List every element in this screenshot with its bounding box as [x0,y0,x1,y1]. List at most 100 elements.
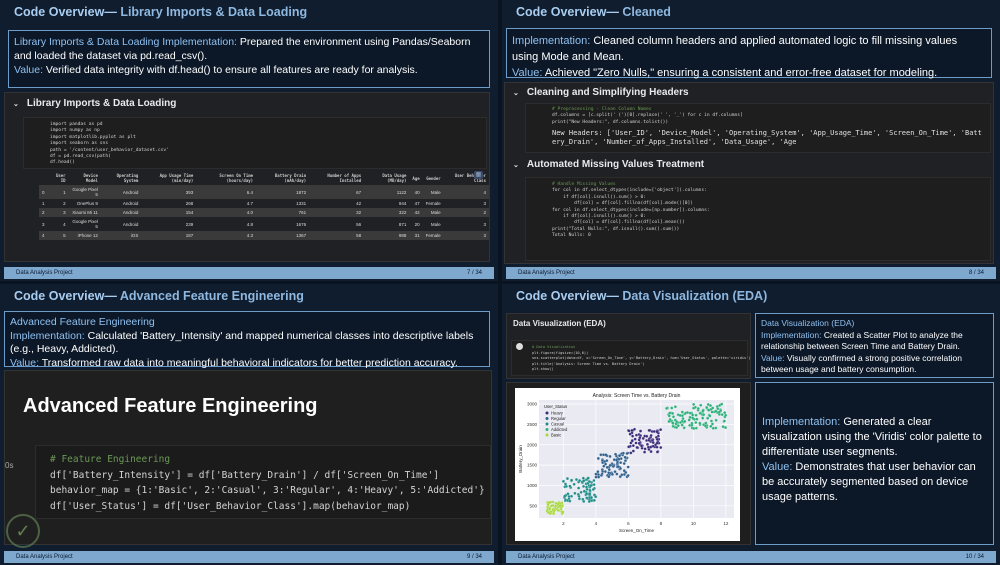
table-cell: 3 [483,221,486,227]
table-cell: Male [430,221,441,227]
data-point-addicted [722,419,726,423]
data-point-heavy [631,434,635,438]
legend-label: Addicted [551,427,568,432]
table-cell: Female [425,201,441,206]
data-point-basic [547,501,551,505]
code-line: # Preprocessing - Clean Column Names [552,107,652,112]
table-cell: iOS [100,231,142,240]
data-point-addicted [691,413,695,417]
data-point-casual [570,494,574,498]
description-box: Library Imports & Data Loading Implement… [8,30,490,88]
cell-output: New Headers: ['User_ID', 'Device_Model',… [552,129,982,147]
data-point-addicted [687,418,691,422]
x-tick-label: 2 [562,521,565,526]
code-line: if df[col].isnull().sum() > 0: [552,194,647,200]
table-icon[interactable]: ▦ [474,171,483,179]
code-line: behavior_map = {1:'Basic', 2:'Casual', 3… [50,485,485,496]
table-cell: Android [122,201,139,206]
table-cell: 42 [409,208,423,217]
data-point-basic [548,512,552,516]
data-point-addicted [698,411,702,415]
data-point-basic [554,504,558,508]
data-point-regular [607,468,611,472]
data-point-addicted [711,426,715,430]
data-point-casual [592,498,596,502]
table-cell: Female [422,231,444,240]
table-cell: 1676 [296,221,307,227]
data-point-addicted [678,420,682,424]
data-point-casual [581,476,585,480]
data-point-casual [577,486,581,490]
data-point-addicted [696,406,700,410]
data-point-addicted [675,426,679,430]
data-point-casual [594,495,598,499]
data-point-addicted [683,419,687,423]
table-cell: 1 [47,185,69,199]
data-point-casual [586,476,590,480]
data-point-basic [561,510,565,514]
table-row: 2 3 Xiaomi Mi 11 Android 154 4.0 761 32 322 42 Mal… [39,208,489,217]
code-line: plt.title('Analysis: Screen Time vs. Bat… [532,361,645,366]
data-point-addicted [721,425,725,429]
data-point-heavy [647,438,651,442]
data-point-regular [613,470,617,474]
data-point-heavy [649,450,653,454]
run-cell-button[interactable] [516,343,523,350]
table-cell: 0 [39,185,48,199]
x-axis-label: Screen_On_Time [619,528,655,533]
y-tick-label: 1500 [527,463,538,468]
table-cell: 3 [443,231,489,240]
data-point-heavy [655,450,659,454]
code-line: df['User_Status'] = df['User_Behavior_Cl… [50,500,411,512]
data-point-heavy [640,444,644,448]
data-point-addicted [699,403,703,407]
data-point-regular [608,463,612,467]
data-point-addicted [706,416,710,420]
data-point-addicted [692,406,696,410]
data-point-heavy [655,437,659,441]
slide-library-imports: Code Overview— Library Imports & Data Lo… [0,0,498,281]
data-point-addicted [710,410,714,414]
table-cell: 2 [39,208,48,217]
table-cell: OnePlus 9 [76,201,98,206]
data-point-heavy [638,436,642,440]
data-point-addicted [685,411,689,415]
table-cell: Male [422,208,444,217]
legend-label: Heavy [551,411,564,416]
data-point-casual [576,492,580,496]
data-point-heavy [655,445,659,449]
x-tick-label: 4 [595,521,598,526]
table-row: 3 4 Google Pixel 5 Android 239 4.8 1676 56 871 20… [39,217,489,231]
data-point-heavy [631,444,635,448]
data-point-addicted [707,408,711,412]
table-cell: 40 [409,185,423,199]
table-cell: 58 [309,231,365,240]
table-cell: 1872 [256,185,310,199]
column-header: Data Usage (MB/day) [382,173,407,183]
notebook-screenshot: ⌄ Library Imports & Data Loading import p… [4,92,490,262]
data-point-addicted [690,423,694,427]
data-point-heavy [659,446,663,450]
legend-marker [545,422,549,426]
code-line: if df[col].isnull().sum() > 0: [552,214,647,220]
data-point-addicted [701,416,705,420]
data-point-heavy [652,429,656,433]
data-point-heavy [632,427,636,431]
section-heading: ⌄ Automated Missing Values Treatment [513,159,705,170]
data-point-basic [548,507,552,511]
table-cell: 5 [47,231,69,240]
scatter-chart: 2 4 6 8 10 12 500 1000 1500 2000 2500 3000 Analysis:… [515,388,740,541]
data-point-addicted [688,415,692,419]
data-point-addicted [703,424,707,428]
table-cell: 4.0 [196,208,257,217]
data-point-regular [601,469,605,473]
data-point-addicted [709,404,713,408]
data-point-addicted [709,419,713,423]
data-point-addicted [670,406,674,410]
table-row: 0 1 Google Pixel 5 Android 393 6.4 1872 67 1122 4… [39,185,489,199]
data-point-addicted [665,406,669,410]
table-cell: 3 [483,201,486,206]
data-point-heavy [645,442,649,446]
data-point-addicted [701,409,705,413]
data-point-regular [604,453,608,457]
